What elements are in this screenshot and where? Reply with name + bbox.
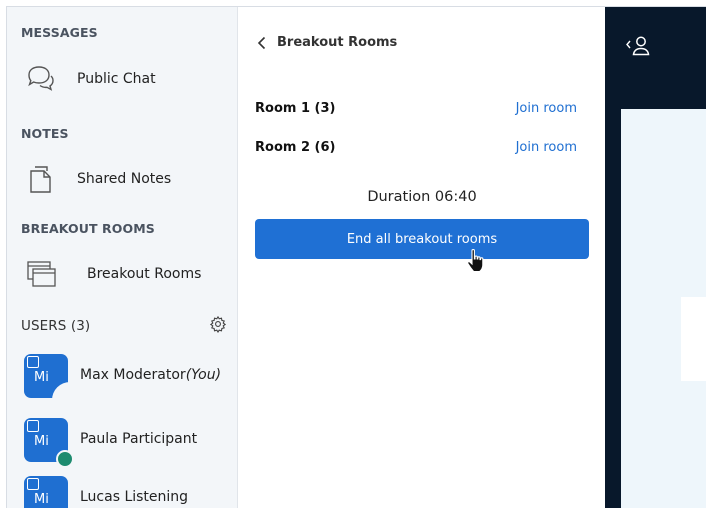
room-name: Room 1 (3)	[255, 101, 336, 116]
avatar: Mi	[24, 476, 68, 508]
breakout-rooms-label: Breakout Rooms	[87, 266, 202, 282]
user-name-text: Max Moderator	[80, 367, 186, 383]
user-name: Max Moderator(You)	[80, 367, 221, 383]
notes-icon	[30, 166, 51, 193]
presentation-corner	[681, 297, 706, 381]
sidebar: MESSAGES Public Chat NOTES Shared Notes …	[7, 7, 238, 508]
user-name: Lucas Listening	[80, 489, 189, 505]
messages-header: MESSAGES	[21, 25, 98, 40]
avatar-notch	[52, 382, 70, 400]
notes-header: NOTES	[21, 126, 69, 141]
room-row: Room 1 (3) Join room	[255, 99, 587, 121]
sidebar-item-public-chat[interactable]: Public Chat	[7, 57, 237, 101]
duration-label: Duration 06:40	[367, 189, 477, 205]
hand-cursor-icon	[467, 249, 484, 273]
presenter-icon	[27, 478, 39, 490]
avatar: Mi	[24, 354, 70, 400]
app-frame: MESSAGES Public Chat NOTES Shared Notes …	[6, 6, 706, 508]
sidebar-item-breakout-rooms[interactable]: Breakout Rooms	[7, 252, 237, 296]
chevron-left-icon	[257, 36, 266, 49]
presentation-area	[605, 7, 706, 508]
room-row: Room 2 (6) Join room	[255, 138, 587, 160]
breakout-header: BREAKOUT ROOMS	[21, 221, 155, 236]
you-suffix: (You)	[185, 367, 222, 383]
sidebar-item-shared-notes[interactable]: Shared Notes	[7, 157, 237, 201]
user-item-max-moderator[interactable]: Mi Max Moderator(You)	[7, 354, 237, 404]
breakout-window-icon	[27, 261, 56, 287]
room-name: Room 2 (6)	[255, 140, 336, 155]
join-room-button[interactable]: Join room	[516, 101, 577, 116]
presenter-icon	[27, 356, 39, 368]
user-icon[interactable]	[625, 35, 653, 57]
panel-title: Breakout Rooms	[277, 35, 398, 50]
avatar-initials: Mi	[34, 434, 49, 449]
headset-icon	[56, 450, 74, 468]
presenter-icon	[27, 420, 39, 432]
shared-notes-label: Shared Notes	[77, 171, 172, 187]
user-name: Paula Participant	[80, 431, 198, 447]
end-all-breakout-rooms-button[interactable]: End all breakout rooms	[255, 219, 589, 259]
chat-bubbles-icon	[28, 66, 54, 91]
user-item-lucas-listening[interactable]: Mi Lucas Listening	[7, 476, 237, 508]
user-item-paula-participant[interactable]: Mi Paula Participant	[7, 418, 237, 468]
back-button[interactable]: Breakout Rooms	[257, 35, 397, 50]
public-chat-label: Public Chat	[77, 71, 156, 87]
join-room-button[interactable]: Join room	[516, 140, 577, 155]
users-header: USERS (3)	[21, 318, 91, 334]
avatar-initials: Mi	[34, 492, 49, 507]
avatar-initials: Mi	[34, 370, 49, 385]
breakout-panel: Breakout Rooms Room 1 (3) Join room Room…	[239, 7, 605, 508]
gear-icon[interactable]	[209, 315, 227, 333]
